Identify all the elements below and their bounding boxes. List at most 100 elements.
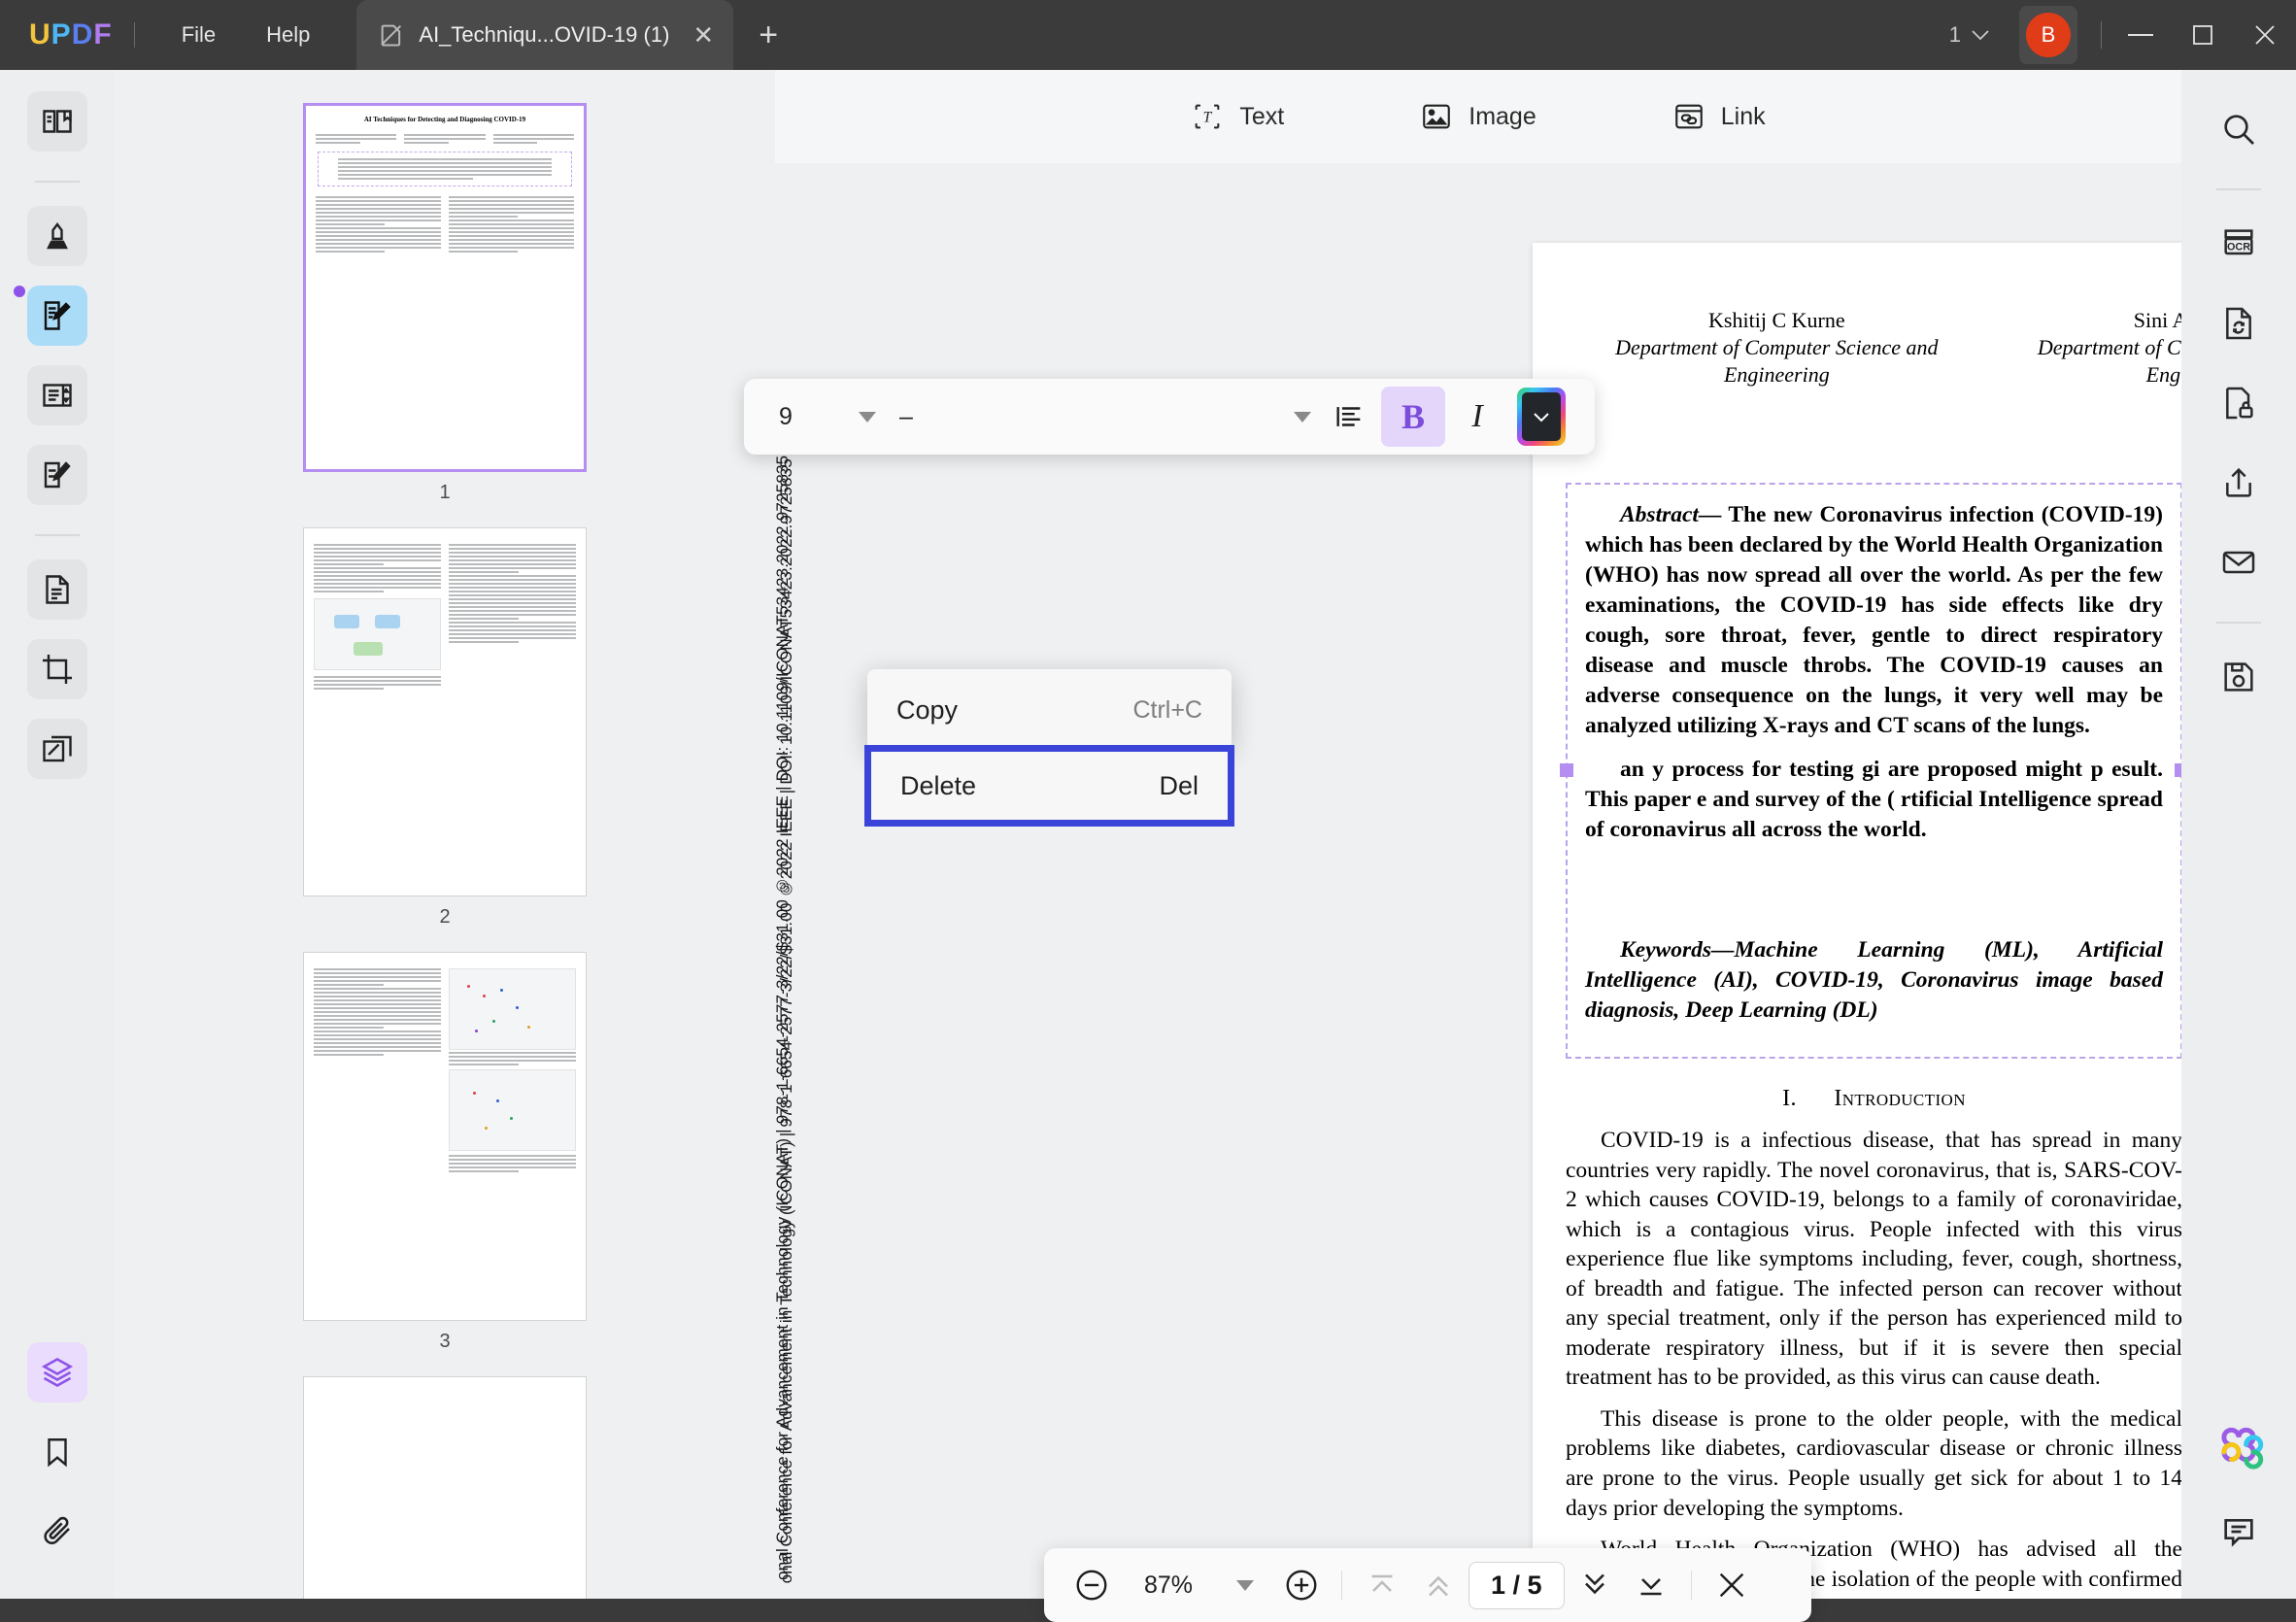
tab-list-dropdown[interactable]: 1: [1936, 22, 2004, 48]
resize-handle-right[interactable]: [2175, 763, 2181, 778]
sidebar-item-layers[interactable]: [27, 1342, 87, 1402]
author-2-name: Sini Anna Alex: [2133, 308, 2181, 332]
tab-image[interactable]: Image: [1404, 92, 1551, 141]
text-format-toolbar[interactable]: 9 – B I: [744, 379, 1595, 455]
thumbnail-page-4[interactable]: [303, 1376, 587, 1599]
page-indicator-input[interactable]: 1 / 5: [1469, 1561, 1565, 1609]
thumbnail-label-1: 1: [439, 482, 451, 503]
tab-link[interactable]: Link: [1657, 92, 1781, 141]
first-page-button[interactable]: [1356, 1559, 1408, 1611]
menu-help[interactable]: Help: [241, 15, 335, 55]
save-as-button[interactable]: [2209, 647, 2269, 707]
sidebar-item-prepare-form[interactable]: [27, 559, 87, 620]
font-size-select[interactable]: 9: [765, 403, 882, 431]
thumbnail-page-1[interactable]: AI Techniques for Detecting and Diagnosi…: [303, 103, 587, 504]
zoom-dropdown-button[interactable]: [1219, 1559, 1271, 1611]
document-tab[interactable]: AI_Techniqu...OVID-19 (1) ✕: [356, 0, 734, 70]
thumbnail-title-1: AI Techniques for Detecting and Diagnosi…: [363, 116, 526, 123]
pdf-page[interactable]: Kshitij C Kurne Department of Computer S…: [1533, 243, 2181, 1599]
author-block: Kshitij C Kurne Department of Computer S…: [1566, 307, 2181, 444]
next-page-button[interactable]: [1569, 1559, 1621, 1611]
comments-button[interactable]: [2209, 1502, 2269, 1562]
close-pager-button[interactable]: [1705, 1559, 1758, 1611]
convert-button[interactable]: [2209, 293, 2269, 354]
logo-letter-u: U: [29, 18, 51, 51]
right-rail-divider-1: [2216, 188, 2261, 190]
thumbnail-scatter-2: [449, 1069, 576, 1151]
page-thumbnail-panel[interactable]: AI Techniques for Detecting and Diagnosi…: [115, 70, 775, 1599]
sidebar-item-crop[interactable]: [27, 639, 87, 699]
title-bar: U P D F File Help AI_Techniqu...OVID-19 …: [0, 0, 2296, 70]
delete-label: Delete: [900, 770, 977, 800]
copy-shortcut: Ctrl+C: [1132, 695, 1202, 724]
crop-icon: [40, 652, 75, 687]
maximize-button[interactable]: [2172, 0, 2234, 70]
right-rail-divider-2: [2216, 622, 2261, 624]
ocr-button[interactable]: OCR: [2209, 214, 2269, 274]
svg-text:OCR: OCR: [2227, 242, 2250, 253]
italic-button[interactable]: I: [1445, 387, 1509, 447]
thumbnail-image-4: [303, 1376, 587, 1599]
context-menu[interactable]: Copy Ctrl+C Delete Del: [864, 669, 1234, 827]
context-menu-item-delete[interactable]: Delete Del: [864, 745, 1234, 827]
email-button[interactable]: [2209, 532, 2269, 592]
zoom-in-button[interactable]: [1275, 1559, 1328, 1611]
abstract-body: The new Coronavirus infection (COVID-19)…: [1585, 501, 2164, 738]
font-color-button[interactable]: [1509, 387, 1573, 447]
sidebar-item-annotate[interactable]: [27, 206, 87, 266]
minimize-button[interactable]: [2110, 0, 2172, 70]
selected-text-block[interactable]: Abstract— The new Coronavirus infection …: [1560, 482, 2181, 1059]
search-button[interactable]: [2209, 99, 2269, 159]
intro-paragraph-1: COVID-19 is a infectious disease, that h…: [1566, 1127, 2181, 1391]
prev-page-button[interactable]: [1412, 1559, 1465, 1611]
text-edit-icon: T: [1191, 100, 1224, 133]
abstract-body-2: an y process for testing gi are proposed…: [1585, 756, 2163, 842]
sidebar-item-page-organize[interactable]: [27, 365, 87, 425]
tab-text[interactable]: T Text: [1175, 92, 1300, 141]
edit-document-icon: [40, 298, 75, 333]
save-icon: [2219, 658, 2258, 696]
new-tab-button[interactable]: +: [759, 18, 778, 51]
sidebar-item-edit-pdf[interactable]: [27, 286, 87, 346]
context-menu-item-copy[interactable]: Copy Ctrl+C: [867, 675, 1232, 745]
tab-text-label: Text: [1239, 102, 1285, 130]
sidebar-item-bookmarks[interactable]: [27, 1422, 87, 1482]
sidebar-item-attachments[interactable]: [27, 1502, 87, 1562]
sidebar-item-fill-sign[interactable]: [27, 445, 87, 505]
page-organize-icon: [40, 378, 75, 413]
window-divider: [2101, 21, 2102, 49]
heading-introduction: I. Introduction: [1566, 1086, 2181, 1112]
last-page-button[interactable]: [1625, 1559, 1677, 1611]
fill-sign-icon: [40, 457, 75, 492]
italic-label: I: [1471, 398, 1483, 434]
resize-handle-left[interactable]: [1560, 763, 1573, 778]
chevron-down-icon: [1294, 411, 1311, 422]
zoom-level-value[interactable]: 87%: [1122, 1571, 1215, 1600]
menu-file[interactable]: File: [156, 15, 241, 55]
sidebar-item-reader[interactable]: [27, 91, 87, 152]
keywords-lead: Keywords—: [1620, 936, 1735, 963]
left-column: Abstract— The new Coronavirus infection …: [1560, 482, 2181, 1599]
ai-assistant-button[interactable]: [2209, 1422, 2269, 1482]
page-navigation-toolbar[interactable]: 87% 1 / 5: [1044, 1548, 1811, 1622]
tab-image-label: Image: [1469, 102, 1536, 130]
left-toolbar: [0, 70, 115, 1599]
thumbnail-page-2[interactable]: 2: [303, 527, 587, 929]
share-icon: [2219, 463, 2258, 502]
share-button[interactable]: [2209, 453, 2269, 513]
ai-sparkle-icon: [2213, 1427, 2264, 1477]
protect-button[interactable]: [2209, 373, 2269, 433]
font-family-select[interactable]: –: [882, 403, 1317, 431]
abstract-lead: Abstract—: [1620, 501, 1722, 527]
color-swatch-inner: [1522, 392, 1561, 441]
account-button[interactable]: B: [2019, 6, 2077, 64]
zoom-out-button[interactable]: [1065, 1559, 1118, 1611]
edit-mode-tabs: T Text Image Link: [775, 70, 2181, 163]
window-close-button[interactable]: [2234, 0, 2296, 70]
document-canvas[interactable]: Kshitij C Kurne Department of Computer S…: [775, 70, 2181, 1599]
close-icon[interactable]: ✕: [692, 22, 714, 48]
sidebar-item-compare[interactable]: [27, 719, 87, 779]
align-button[interactable]: [1317, 387, 1381, 447]
bold-button[interactable]: B: [1381, 387, 1445, 447]
thumbnail-page-3[interactable]: 3: [303, 952, 587, 1353]
